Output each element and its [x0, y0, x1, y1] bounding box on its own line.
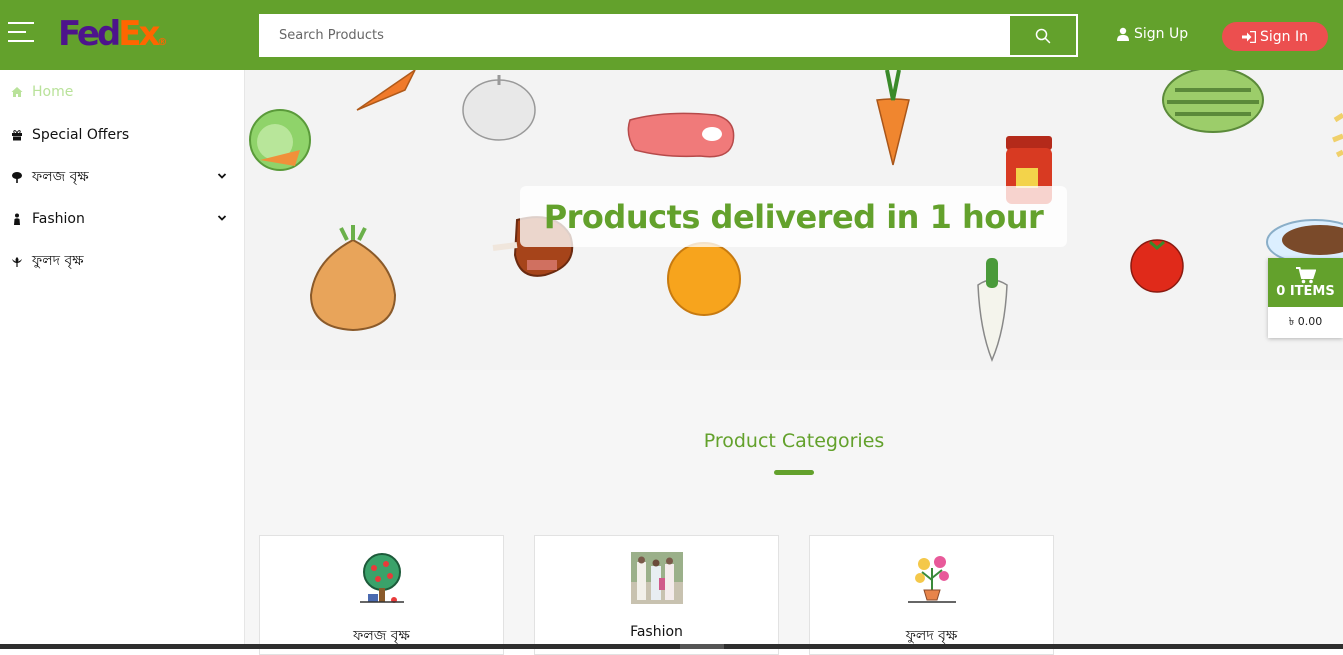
watermelon-icon [1162, 70, 1264, 133]
category-name: Fashion [630, 624, 683, 640]
category-card[interactable]: Fashion [534, 535, 779, 655]
sidebar-item-label: Home [32, 84, 74, 100]
sidebar-item-fashion[interactable]: Fashion [0, 204, 245, 234]
section-underline [774, 470, 814, 475]
sidebar-item-fruit-trees[interactable]: ফলজ বৃক্ষ [0, 162, 245, 192]
search-button[interactable] [1010, 16, 1076, 55]
home-icon [10, 85, 24, 99]
section-title: Product Categories [703, 430, 885, 452]
flower-pot-icon [908, 556, 956, 603]
scrollbar-thumb[interactable] [680, 644, 724, 649]
search-input[interactable] [261, 16, 1010, 55]
sidebar-item-home[interactable]: Home [0, 77, 245, 107]
wheat-icon [1332, 112, 1343, 158]
fashion-photo [631, 552, 683, 604]
sign-up-label: Sign Up [1134, 26, 1189, 42]
horizontal-scrollbar[interactable] [0, 644, 1343, 649]
sign-up-button[interactable]: Sign Up [1116, 26, 1188, 42]
fruit-tree-icon [360, 553, 404, 603]
sidebar-item-label: Special Offers [32, 127, 130, 143]
search-icon [1035, 28, 1051, 43]
radish-icon [977, 258, 1008, 362]
sidebar: Home Special Offers ফলজ বৃক্ষ Fashion ফু… [0, 70, 245, 649]
category-card[interactable]: ফলজ বৃক্ষ [259, 535, 504, 655]
cart-widget[interactable]: 0 ITEMS ৳ 0.00 [1268, 258, 1343, 338]
cart-total: ৳ 0.00 [1288, 315, 1323, 328]
user-icon [1117, 27, 1129, 41]
fedex-logo[interactable]: FedEx® [58, 14, 167, 63]
cart-items-count: 0 ITEMS [1276, 283, 1335, 299]
hero-title: Products delivered in 1 hour [543, 197, 1044, 236]
hero-title-box: Products delivered in 1 hour [520, 186, 1067, 247]
carrot-icon [876, 70, 910, 166]
orange-icon [667, 242, 741, 316]
garlic-icon [462, 75, 536, 141]
sign-in-icon [1242, 30, 1256, 43]
carrot-icon [356, 70, 416, 111]
chevron-down-icon[interactable] [217, 213, 227, 223]
sidebar-item-flower-trees[interactable]: ফুলদ বৃক্ষ [0, 246, 245, 276]
hamburger-icon[interactable] [8, 22, 34, 46]
chevron-down-icon[interactable] [217, 171, 227, 181]
onion-icon [309, 225, 397, 332]
cart-icon [1295, 266, 1316, 283]
sidebar-item-special-offers[interactable]: Special Offers [0, 120, 245, 150]
tree-icon [10, 170, 24, 184]
sidebar-item-label: ফলজ বৃক্ষ [32, 169, 89, 185]
flower-icon [10, 254, 24, 268]
sign-in-button[interactable]: Sign In [1222, 22, 1328, 51]
person-icon [10, 212, 24, 226]
hero-banner: Products delivered in 1 hour [245, 70, 1343, 370]
sign-in-label: Sign In [1260, 28, 1308, 45]
sidebar-item-label: Fashion [32, 211, 85, 227]
sidebar-item-label: ফুলদ বৃক্ষ [32, 253, 84, 269]
gift-icon [10, 128, 24, 142]
top-navbar: FedEx® Sign Up Sign In [0, 0, 1343, 70]
search-bar [259, 14, 1078, 57]
category-card[interactable]: ফুলদ বৃক্ষ [809, 535, 1054, 655]
cart-summary: 0 ITEMS [1268, 258, 1343, 307]
steak-icon [627, 112, 735, 158]
tomato-icon [1130, 239, 1184, 293]
